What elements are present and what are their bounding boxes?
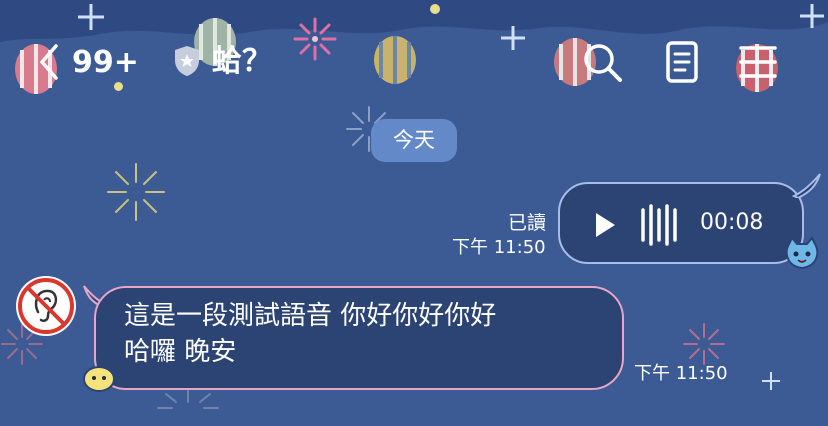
read-receipt: 已讀 (507, 212, 546, 234)
text-message-bubble[interactable]: 這是一段測試語音 你好你好你好 哈囉 晚安 (94, 286, 624, 390)
unread-count-badge[interactable]: 99+ (72, 43, 139, 83)
search-icon[interactable] (580, 40, 624, 84)
notes-icon[interactable] (660, 40, 704, 84)
firework-icon (683, 323, 725, 365)
date-divider: 今天 (371, 119, 457, 162)
menu-icon[interactable] (736, 40, 780, 84)
shield-star-icon (175, 46, 199, 76)
ear-muted-icon (18, 278, 74, 334)
chat-header: 99+ 蛤？ (0, 0, 828, 126)
firework-icon (157, 389, 219, 409)
audio-waveform-icon (641, 204, 677, 246)
message-timestamp: 下午 11:50 (634, 363, 728, 384)
play-icon[interactable] (594, 212, 616, 238)
voice-message-bubble[interactable]: 00:08 (558, 182, 804, 264)
firework-icon (107, 163, 165, 221)
message-timestamp: 下午 11:50 (452, 237, 546, 258)
chevron-left-icon[interactable] (34, 42, 66, 82)
sparkle-icon (762, 372, 780, 390)
bubble-tail-icon (792, 173, 821, 198)
chick-sticker-icon (83, 366, 115, 392)
cat-sticker-icon (785, 236, 819, 270)
message-text: 這是一段測試語音 你好你好你好 哈囉 晚安 (124, 301, 497, 367)
avatar[interactable] (16, 276, 76, 336)
voice-duration: 00:08 (700, 210, 764, 235)
chat-title[interactable]: 蛤？ (212, 42, 272, 82)
